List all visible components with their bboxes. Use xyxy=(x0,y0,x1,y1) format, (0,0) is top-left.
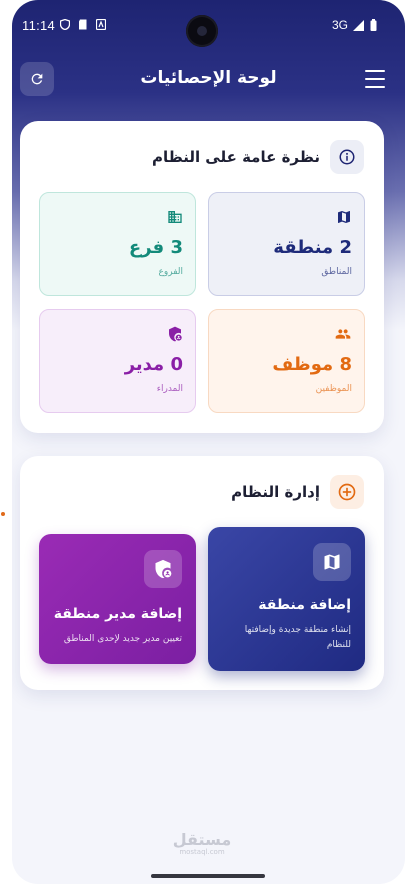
status-icons-left xyxy=(60,19,106,30)
home-indicator[interactable] xyxy=(151,874,265,878)
watermark: مستقل mostaql.com xyxy=(162,832,242,857)
map-icon xyxy=(338,211,350,223)
add-region-title: إضافة منطقة xyxy=(258,597,351,613)
sd-card-icon xyxy=(79,19,87,30)
stat-value-employees: 8 موظف xyxy=(272,354,352,375)
stat-card-managers[interactable]: 0 مدير المدراء xyxy=(39,309,196,413)
network-type: 3G xyxy=(331,18,348,32)
front-camera xyxy=(186,15,218,47)
stat-value-branches: 3 فرع xyxy=(128,237,183,258)
shield-icon xyxy=(60,19,70,30)
stat-label-branches: الفروع xyxy=(158,267,183,277)
management-card: إدارة النظام إضافة منطقة إنشاء منطقة جدي… xyxy=(20,456,384,690)
add-region-button[interactable]: إضافة منطقة إنشاء منطقة جديدة وإضافتها ل… xyxy=(208,527,365,671)
app-notification-icon xyxy=(96,19,106,30)
overview-title: نظرة عامة على النظام xyxy=(151,148,320,166)
status-time: 11:14 xyxy=(22,18,56,33)
overview-card: نظرة عامة على النظام 2 منطقة المناطق 3 ف… xyxy=(20,121,384,433)
map-icon xyxy=(313,543,351,581)
add-manager-button[interactable]: إضافة مدير منطقة تعيين مدير جديد لإحدى ا… xyxy=(39,534,196,664)
edge-indicator xyxy=(1,512,5,516)
page-title: لوحة الإحصائيات xyxy=(140,68,277,88)
building-icon xyxy=(168,211,182,223)
stat-card-branches[interactable]: 3 فرع الفروع xyxy=(39,192,196,296)
stat-value-managers: 0 مدير xyxy=(124,354,183,375)
menu-icon[interactable] xyxy=(365,70,385,88)
refresh-icon xyxy=(31,73,43,85)
stat-label-regions: المناطق xyxy=(321,267,352,277)
stat-label-employees: الموظفين xyxy=(315,384,352,394)
app-bar: لوحة الإحصائيات xyxy=(12,60,405,100)
add-region-desc: إنشاء منطقة جديدة وإضافتها للنظام xyxy=(244,625,351,650)
stat-label-managers: المدراء xyxy=(156,384,183,394)
add-circle-icon xyxy=(330,475,364,509)
battery-icon xyxy=(370,19,377,31)
refresh-button[interactable] xyxy=(20,62,54,96)
stat-card-employees[interactable]: 8 موظف الموظفين xyxy=(208,309,365,413)
stat-value-regions: 2 منطقة xyxy=(273,237,352,258)
status-icons-right: 3G xyxy=(332,18,377,32)
add-manager-title: إضافة مدير منطقة xyxy=(53,606,182,622)
people-icon xyxy=(335,329,351,339)
add-manager-desc: تعيين مدير جديد لإحدى المناطق xyxy=(63,634,182,644)
status-bar: 11:14 3G xyxy=(12,0,405,52)
signal-icon xyxy=(353,19,364,31)
management-title: إدارة النظام xyxy=(231,483,320,501)
management-header: إدارة النظام xyxy=(231,475,364,509)
watermark-text: مستقل xyxy=(172,830,232,849)
overview-header: نظرة عامة على النظام xyxy=(152,140,364,174)
stat-card-regions[interactable]: 2 منطقة المناطق xyxy=(208,192,365,296)
admin-shield-icon xyxy=(169,326,182,342)
watermark-sub: mostaql.com xyxy=(179,848,225,856)
phone-screen: 11:14 3G لوحة الإحصائيات نظرة عامة على ا… xyxy=(12,0,405,884)
info-icon xyxy=(330,140,364,174)
admin-shield-icon xyxy=(144,550,182,588)
